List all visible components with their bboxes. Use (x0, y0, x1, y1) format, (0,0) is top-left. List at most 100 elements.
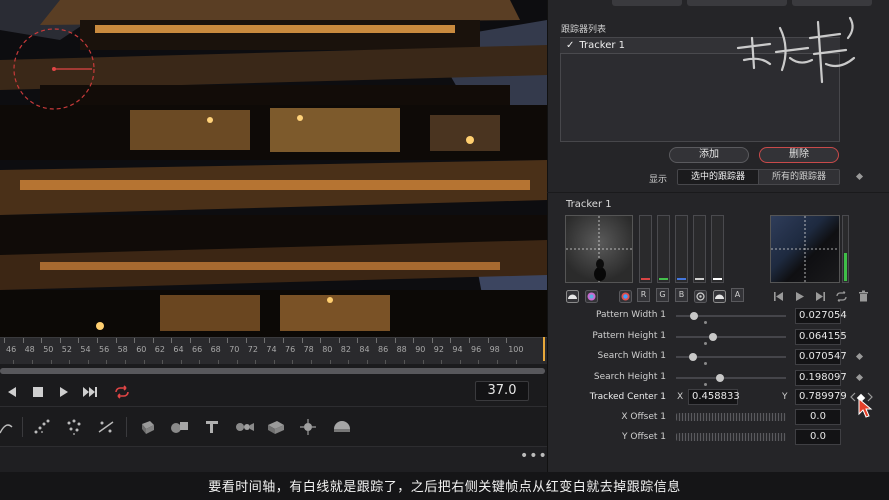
play-icon[interactable] (54, 382, 74, 402)
delete-tracker-button[interactable]: 删除 (759, 147, 839, 163)
3d-shape-icon[interactable] (136, 415, 160, 439)
section-divider (547, 192, 889, 193)
particle-emitter-icon[interactable] (30, 415, 54, 439)
track-to-end-icon[interactable] (813, 289, 827, 303)
status-bar (0, 446, 547, 472)
channel-r-toggle[interactable]: R (637, 288, 650, 302)
pagoda-footage (0, 0, 547, 337)
skip-to-end-icon[interactable] (80, 382, 100, 402)
timeline-scrub-fill (0, 368, 545, 374)
color-mode-icon[interactable] (584, 289, 598, 303)
ruler-minor-tick (441, 360, 443, 364)
ruler-tick (227, 338, 229, 343)
particle-render-icon[interactable] (62, 415, 86, 439)
play-reverse-icon[interactable] (2, 382, 22, 402)
add-tracker-button[interactable]: 添加 (669, 147, 749, 163)
current-frame-field[interactable]: 37.0 (475, 381, 529, 401)
3d-image-plane-icon[interactable] (264, 415, 288, 439)
ruler-label: 98 (489, 345, 500, 354)
channel-meter-green (657, 215, 670, 283)
curve-tool-icon[interactable] (0, 415, 18, 439)
ruler-minor-tick (143, 360, 145, 364)
ruler-tick (450, 338, 452, 343)
x-offset-field[interactable]: 0.0 (795, 409, 841, 425)
tracked-center-y-field[interactable]: 0.789979 (795, 389, 847, 405)
x-offset-thumbwheel[interactable] (676, 413, 786, 421)
ruler-label: 92 (433, 345, 444, 354)
playhead[interactable] (543, 337, 545, 361)
ruler-tick (394, 338, 396, 343)
top-control-chip[interactable] (687, 0, 787, 6)
3d-camera-icon[interactable] (232, 415, 256, 439)
channel-b-toggle[interactable]: B (675, 288, 688, 302)
ruler-label: 74 (266, 345, 277, 354)
ruler-label: 86 (378, 345, 389, 354)
3d-merge-icon[interactable] (168, 415, 192, 439)
x-offset-label: X Offset 1 (621, 412, 666, 422)
alpha-display-icon[interactable] (712, 289, 726, 303)
ruler-label: 52 (61, 345, 72, 354)
ruler-minor-tick (403, 360, 405, 364)
ruler-tick (245, 338, 247, 343)
trash-icon[interactable] (856, 289, 870, 303)
ruler-tick (97, 338, 98, 343)
y-offset-field[interactable]: 0.0 (795, 429, 841, 445)
search-width-label: Search Width 1 (597, 351, 666, 361)
ruler-minor-tick (13, 360, 15, 364)
ruler-tick (264, 338, 266, 343)
tracked-center-x-field[interactable]: 0.458833 (688, 389, 740, 405)
y-offset-thumbwheel[interactable] (676, 433, 786, 441)
search-height-field[interactable]: 0.198097 (795, 370, 847, 386)
more-options-icon[interactable]: ••• (520, 449, 547, 467)
loop-icon[interactable] (112, 382, 132, 402)
stop-icon[interactable] (28, 382, 48, 402)
tracked-center-x-label: X (677, 392, 684, 402)
ruler-label: 70 (229, 345, 240, 354)
search-height-knob[interactable] (716, 374, 724, 382)
ruler-tick (190, 338, 191, 343)
pattern-width-knob[interactable] (690, 312, 698, 320)
ruler-label: 66 (192, 345, 203, 354)
show-selected-option[interactable]: 选中的跟踪器 (678, 170, 758, 184)
ruler-tick (413, 338, 415, 343)
channel-g-toggle[interactable]: G (656, 288, 669, 302)
track-loop-icon[interactable] (834, 289, 848, 303)
ruler-minor-tick (478, 360, 480, 364)
search-width-knob[interactable] (689, 353, 697, 361)
viewer-canvas[interactable] (0, 0, 547, 337)
channel-meter-blue (675, 215, 688, 283)
ruler-minor-tick (69, 360, 71, 364)
particle-style-icon[interactable] (94, 415, 118, 439)
luma-channel-icon[interactable] (693, 289, 707, 303)
transport-controls (0, 378, 547, 406)
channel-a-toggle[interactable]: A (731, 288, 744, 302)
luma-mode-icon[interactable] (565, 289, 579, 303)
slider-default-dot (704, 342, 707, 345)
top-control-chip[interactable] (612, 0, 682, 6)
top-control-chip[interactable] (792, 0, 872, 6)
timeline-ruler[interactable]: 46 48 50 52 54 56 58 60 62 64 66 68 70 72 74 76 78 80 82 84… (0, 337, 547, 364)
ruler-minor-tick (273, 360, 275, 364)
search-width-field[interactable]: 0.070547 (795, 349, 847, 365)
show-all-option[interactable]: 所有的跟踪器 (758, 170, 839, 184)
pattern-width-field[interactable]: 0.027054 (795, 308, 847, 324)
3d-light-icon[interactable] (330, 415, 354, 439)
ruler-tick (301, 338, 303, 343)
track-forward-icon[interactable] (792, 289, 806, 303)
3d-text-icon[interactable] (200, 415, 224, 439)
pattern-height-field[interactable]: 0.064155 (795, 329, 847, 345)
pattern-height-slider[interactable] (676, 336, 786, 338)
show-label: 显示 (649, 175, 668, 185)
3d-renderer-icon[interactable] (296, 415, 320, 439)
ruler-minor-tick (366, 360, 368, 364)
calligraphy-watermark (736, 16, 856, 84)
rgb-channel-icon[interactable] (618, 289, 632, 303)
track-to-start-icon[interactable] (771, 289, 785, 303)
ruler-tick (115, 338, 117, 343)
pattern-width-label: Pattern Width 1 (596, 310, 666, 320)
ruler-minor-tick (515, 360, 517, 364)
pattern-height-knob[interactable] (709, 333, 717, 341)
ruler-tick (283, 338, 284, 343)
match-quality-meter (842, 215, 849, 283)
search-height-slider[interactable] (676, 377, 786, 379)
